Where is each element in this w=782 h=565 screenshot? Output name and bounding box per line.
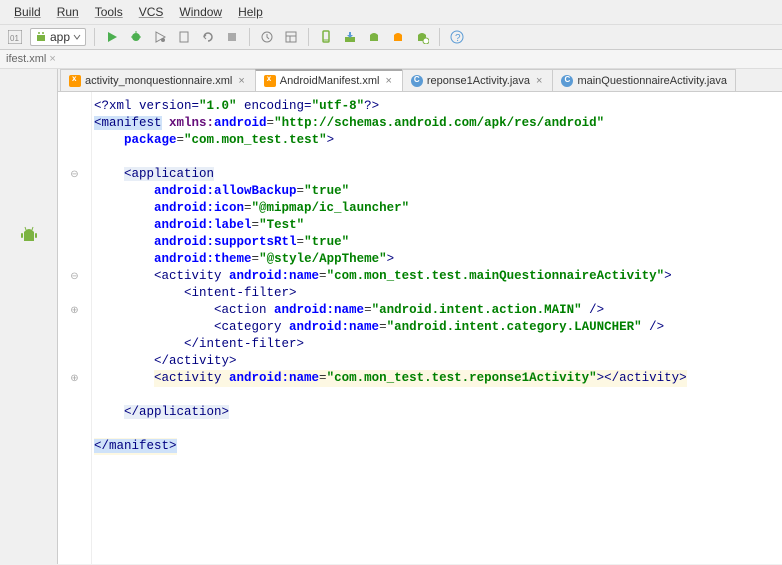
breadcrumb: ifest.xml × xyxy=(0,50,782,69)
menu-run[interactable]: Run xyxy=(49,2,87,22)
editor-gutter: ⊖ ⊖ ⊕ ⊕ xyxy=(58,92,92,564)
attach-debugger-icon[interactable] xyxy=(175,28,193,46)
editor-tabs: activity_monquestionnaire.xml × AndroidM… xyxy=(58,69,782,92)
binary-icon[interactable]: 01 xyxy=(6,28,24,46)
project-tool-sidebar xyxy=(0,69,58,564)
svg-text:?: ? xyxy=(455,33,461,44)
tab-main-questionnaire-activity[interactable]: mainQuestionnaireActivity.java xyxy=(552,69,736,91)
run-button[interactable] xyxy=(103,28,121,46)
android-green-icon[interactable] xyxy=(365,28,383,46)
toolbar: 01 app ? xyxy=(0,25,782,50)
menu-window[interactable]: Window xyxy=(171,2,230,22)
tab-label: reponse1Activity.java xyxy=(427,75,530,87)
sdk-manager-icon[interactable] xyxy=(341,28,359,46)
debug-button[interactable] xyxy=(127,28,145,46)
close-icon[interactable]: × xyxy=(383,75,393,87)
code-editor[interactable]: <?xml version="1.0" encoding="utf-8"?> <… xyxy=(92,92,782,564)
tab-label: mainQuestionnaireActivity.java xyxy=(577,75,727,87)
java-file-icon xyxy=(561,75,573,87)
run-config-selector[interactable]: app xyxy=(30,28,86,46)
menu-build[interactable]: Build xyxy=(6,2,49,22)
menu-tools[interactable]: Tools xyxy=(87,2,131,22)
sync-gradle-icon[interactable] xyxy=(258,28,276,46)
xml-file-icon xyxy=(69,75,81,87)
stop-button[interactable] xyxy=(223,28,241,46)
tab-activity-monquestionnaire[interactable]: activity_monquestionnaire.xml × xyxy=(60,69,256,91)
avd-manager-icon[interactable] xyxy=(317,28,335,46)
tab-label: activity_monquestionnaire.xml xyxy=(85,75,232,87)
help-icon[interactable]: ? xyxy=(448,28,466,46)
editor-main: activity_monquestionnaire.xml × AndroidM… xyxy=(58,69,782,564)
android-plus-icon[interactable] xyxy=(413,28,431,46)
android-app-icon xyxy=(35,31,47,43)
menu-help[interactable]: Help xyxy=(230,2,271,22)
xml-file-icon xyxy=(264,75,276,87)
menu-vcs[interactable]: VCS xyxy=(131,2,172,22)
java-file-icon xyxy=(411,75,423,87)
close-icon[interactable]: × xyxy=(534,75,544,87)
close-icon[interactable]: × xyxy=(236,75,246,87)
tab-label: AndroidManifest.xml xyxy=(280,75,380,87)
svg-text:01: 01 xyxy=(10,34,19,43)
android-orange-icon[interactable] xyxy=(389,28,407,46)
profile-button[interactable] xyxy=(151,28,169,46)
menubar: Build Run Tools VCS Window Help xyxy=(0,0,782,25)
tab-reponse1-activity[interactable]: reponse1Activity.java × xyxy=(402,69,554,91)
chevron-down-icon xyxy=(73,33,81,41)
project-structure-icon[interactable] xyxy=(282,28,300,46)
android-robot-icon[interactable] xyxy=(20,225,38,245)
run-config-label: app xyxy=(50,30,70,44)
tab-android-manifest[interactable]: AndroidManifest.xml × xyxy=(255,69,403,91)
rerun-icon[interactable] xyxy=(199,28,217,46)
